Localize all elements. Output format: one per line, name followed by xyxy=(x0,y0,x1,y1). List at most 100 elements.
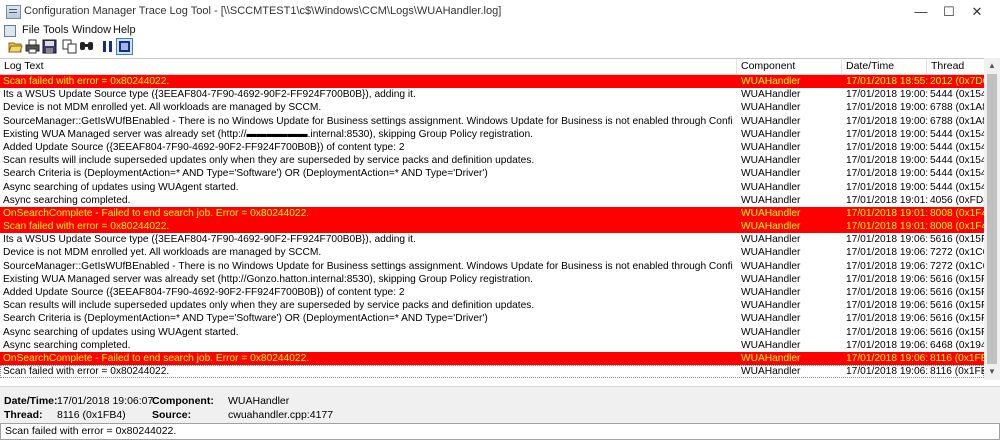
scroll-up-icon[interactable]: ▲ xyxy=(984,58,1000,74)
component-cell: WUAHandler xyxy=(741,287,801,298)
thread-cell: 8008 (0x1F48) xyxy=(930,221,984,233)
column-datetime[interactable]: Date/Time xyxy=(842,59,927,74)
component-cell: WUAHandler xyxy=(741,207,801,219)
datetime-cell: 17/01/2018 18:55:57 xyxy=(846,76,928,87)
component-cell: WUAHandler xyxy=(741,260,801,272)
datetime-cell: 17/01/2018 19:00:57 xyxy=(846,181,928,193)
table-row[interactable]: Its a WSUS Update Source type ({3EEAF804… xyxy=(0,233,984,246)
datetime-cell: 17/01/2018 19:06:02 xyxy=(846,260,928,272)
component-cell: WUAHandler xyxy=(741,76,801,87)
menu-file[interactable]: File xyxy=(22,24,40,37)
title-bar: Configuration Manager Trace Log Tool - [… xyxy=(0,0,1000,24)
log-text-cell: Existing WUA Managed server was already … xyxy=(3,273,534,285)
component-cell: WUAHandler xyxy=(741,313,801,325)
datetime-cell: 17/01/2018 19:00:57 xyxy=(846,168,928,180)
column-thread[interactable]: Thread xyxy=(927,59,984,74)
table-row[interactable]: Async searching of updates using WUAgent… xyxy=(0,181,984,194)
datetime-cell: 17/01/2018 19:06:02 xyxy=(846,234,928,246)
log-text-cell: Scan results will include superseded upd… xyxy=(3,155,535,167)
table-row[interactable]: Search Criteria is (DeploymentAction=* A… xyxy=(0,312,984,325)
component-cell: WUAHandler xyxy=(741,168,801,180)
log-grid[interactable]: Log Text Component Date/Time Thread Scan… xyxy=(0,58,984,381)
column-log-text[interactable]: Log Text xyxy=(0,59,737,74)
log-text-cell: Added Update Source ({3EEAF804-7F90-4692… xyxy=(3,141,405,153)
vertical-scrollbar[interactable]: ▲ ▼ xyxy=(984,58,1000,380)
copy-icon[interactable] xyxy=(62,39,77,54)
thread-cell: 5616 (0x15F0) xyxy=(930,273,984,285)
datetime-cell: 17/01/2018 19:00:57 xyxy=(846,102,928,114)
menu-tools[interactable]: Tools xyxy=(43,24,69,37)
component-value: WUAHandler xyxy=(228,395,290,407)
column-component[interactable]: Component xyxy=(737,59,842,74)
thread-cell: 4056 (0xFD8) xyxy=(930,194,984,206)
log-text-cell: OnSearchComplete - Failed to end search … xyxy=(3,352,310,364)
log-text-cell: Async searching of updates using WUAgent… xyxy=(3,181,239,193)
table-row[interactable]: Scan results will include superseded upd… xyxy=(0,154,984,167)
scroll-down-icon[interactable]: ▼ xyxy=(984,364,1000,380)
datetime-cell: 17/01/2018 19:00:57 xyxy=(846,115,928,127)
datetime-cell: 17/01/2018 19:06:07 xyxy=(846,352,928,364)
menu-window[interactable]: Window xyxy=(72,24,111,37)
thread-cell: 5616 (0x15F0) xyxy=(930,300,984,312)
table-row[interactable]: Scan failed with error = 0x80244022. WUAH… xyxy=(0,365,984,379)
table-row[interactable]: Device is not MDM enrolled yet. All work… xyxy=(0,101,984,114)
highlight-icon[interactable] xyxy=(116,38,133,55)
datetime-cell: 17/01/2018 19:06:02 xyxy=(846,300,928,312)
table-row[interactable]: Scan failed with error = 0x80244022. WUAH… xyxy=(0,220,984,234)
thread-cell: 5444 (0x1544) xyxy=(930,155,984,167)
table-row[interactable]: OnSearchComplete - Failed to end search … xyxy=(0,206,984,221)
thread-cell: 8116 (0x1FB4) xyxy=(930,366,984,378)
datetime-value: 17/01/2018 19:06:07 xyxy=(57,395,154,407)
source-label: Source: xyxy=(152,409,192,421)
find-icon[interactable] xyxy=(79,39,94,54)
thread-cell: 5444 (0x1544) xyxy=(930,181,984,193)
menu-help[interactable]: Help xyxy=(113,24,136,37)
thread-cell: 6788 (0x1A84) xyxy=(930,102,984,114)
open-icon[interactable] xyxy=(8,39,23,54)
table-row[interactable]: SourceManager::GetIsWUfBEnabled - There … xyxy=(0,115,984,128)
thread-cell: 5444 (0x1544) xyxy=(930,168,984,180)
thread-cell: 5444 (0x1544) xyxy=(930,141,984,153)
component-cell: WUAHandler xyxy=(741,234,801,246)
table-row[interactable]: Scan failed with error = 0x80244022. WUAH… xyxy=(0,75,984,89)
log-text-cell: Scan results will include superseded upd… xyxy=(3,300,535,312)
table-row[interactable]: Existing WUA Managed server was already … xyxy=(0,128,984,141)
thread-cell: 5616 (0x15F0) xyxy=(930,326,984,338)
thread-cell: 6468 (0x1944) xyxy=(930,339,984,351)
table-row[interactable]: Added Update Source ({3EEAF804-7F90-4692… xyxy=(0,141,984,154)
log-text-cell: Added Update Source ({3EEAF804-7F90-4692… xyxy=(3,287,405,298)
table-row[interactable]: Added Update Source ({3EEAF804-7F90-4692… xyxy=(0,286,984,299)
log-text-cell: Existing WUA Managed server was already … xyxy=(3,128,533,140)
thread-cell: 6788 (0x1A84) xyxy=(930,115,984,127)
component-cell: WUAHandler xyxy=(741,339,801,351)
datetime-cell: 17/01/2018 19:06:02 xyxy=(846,287,928,298)
datetime-cell: 17/01/2018 19:01:02 xyxy=(846,221,928,233)
close-button[interactable]: ✕ xyxy=(955,0,999,24)
table-row[interactable]: OnSearchComplete - Failed to end search … xyxy=(0,351,984,366)
scroll-thumb[interactable] xyxy=(987,74,997,364)
table-row[interactable]: Its a WSUS Update Source type ({3EEAF804… xyxy=(0,88,984,101)
table-row[interactable]: SourceManager::GetIsWUfBEnabled - There … xyxy=(0,260,984,273)
thread-cell: 5616 (0x15F0) xyxy=(930,234,984,246)
document-icon[interactable] xyxy=(4,25,16,37)
thread-cell: 8008 (0x1F48) xyxy=(930,207,984,219)
pause-icon[interactable] xyxy=(100,39,115,54)
message-box[interactable]: Scan failed with error = 0x80244022. xyxy=(0,423,1000,440)
table-row[interactable]: Search Criteria is (DeploymentAction=* A… xyxy=(0,167,984,180)
save-icon[interactable] xyxy=(42,39,57,54)
thread-value: 8116 (0x1FB4) xyxy=(57,409,126,421)
table-row[interactable]: Async searching completed. WUAHandler 17/0… xyxy=(0,194,984,207)
log-text-cell: Async searching of updates using WUAgent… xyxy=(3,326,239,338)
thread-cell: 2012 (0x7DC) xyxy=(930,76,984,87)
app-icon xyxy=(6,5,21,19)
print-icon[interactable] xyxy=(25,39,40,54)
table-row[interactable]: Async searching completed. WUAHandler 17/0… xyxy=(0,339,984,352)
table-row[interactable]: Device is not MDM enrolled yet. All work… xyxy=(0,246,984,259)
log-text-cell: Its a WSUS Update Source type ({3EEAF804… xyxy=(3,234,416,246)
component-cell: WUAHandler xyxy=(741,352,801,364)
table-row[interactable]: Existing WUA Managed server was already … xyxy=(0,273,984,286)
datetime-cell: 17/01/2018 19:00:57 xyxy=(846,89,928,101)
datetime-cell: 17/01/2018 19:01:02 xyxy=(846,194,928,206)
table-row[interactable]: Async searching of updates using WUAgent… xyxy=(0,326,984,339)
table-row[interactable]: Scan results will include superseded upd… xyxy=(0,299,984,312)
